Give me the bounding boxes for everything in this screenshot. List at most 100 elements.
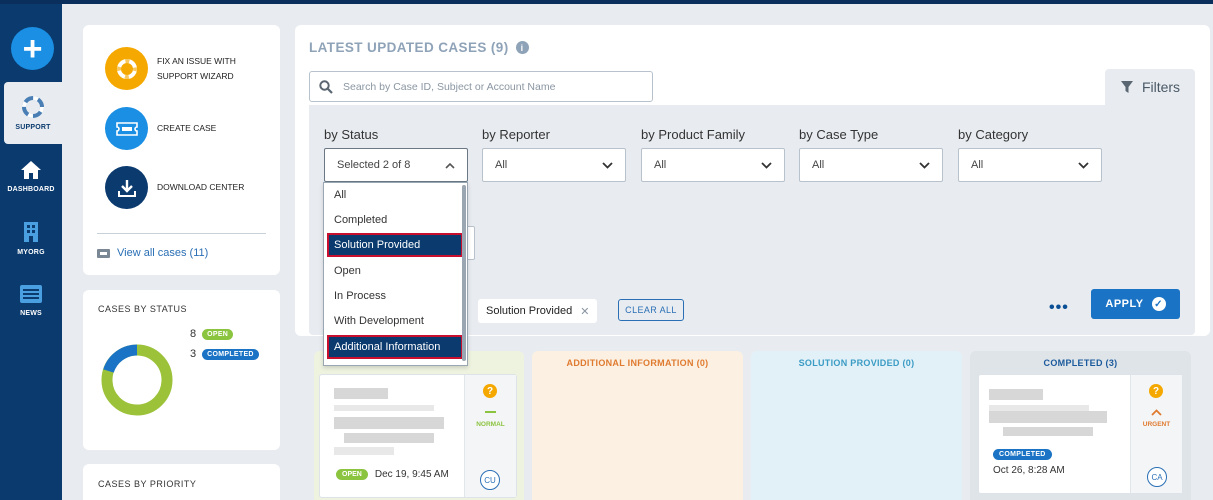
board-column-additional-information: ADDITIONAL INFORMATION (0): [532, 351, 743, 500]
download-center-link[interactable]: DOWNLOAD CENTER: [105, 166, 244, 209]
status-select-value: Selected 2 of 8: [337, 159, 411, 171]
dropdown-scrollbar[interactable]: [462, 185, 466, 361]
filters-tab[interactable]: Filters: [1105, 69, 1195, 105]
nav-dashboard[interactable]: DASHBOARD: [0, 145, 62, 207]
board-column-solution-provided: SOLUTION PROVIDED (0): [751, 351, 962, 500]
case-status-row: COMPLETED: [993, 443, 1052, 461]
view-all-cases-link[interactable]: View all cases (11): [97, 247, 208, 259]
blurred-text: [334, 447, 394, 455]
clear-all-button[interactable]: CLEAR ALL: [618, 299, 684, 321]
apply-label: APPLY: [1105, 298, 1144, 310]
filter-status: by Status Selected 2 of 8: [324, 127, 468, 182]
status-donut-chart[interactable]: [100, 343, 174, 417]
divider: [97, 233, 266, 234]
filter-reporter-label: by Reporter: [482, 127, 550, 142]
status-open-row: 8 OPEN: [190, 328, 234, 340]
news-icon: [20, 284, 42, 303]
blurred-text: [334, 417, 444, 429]
priority-label: URGENT: [1142, 421, 1171, 428]
chevron-down-icon: [602, 161, 613, 169]
case-type-select[interactable]: All: [799, 148, 943, 182]
category-select-value: All: [971, 159, 984, 171]
add-button[interactable]: +: [11, 27, 54, 70]
home-icon: [21, 160, 41, 179]
case-status-row: OPEN Dec 19, 9:45 AM: [336, 469, 449, 480]
question-icon[interactable]: ?: [483, 384, 497, 398]
question-icon[interactable]: ?: [1149, 384, 1163, 398]
column-title: ADDITIONAL INFORMATION (0): [566, 358, 709, 368]
download-icon: [105, 166, 148, 209]
status-option-in-process[interactable]: In Process: [328, 285, 462, 307]
filter-case-type: by Case Type All: [799, 127, 943, 182]
nav-myorg[interactable]: MYORG: [0, 207, 62, 269]
info-icon[interactable]: i: [515, 41, 529, 54]
create-case-link[interactable]: CREATE CASE: [105, 107, 216, 150]
filter-category-label: by Category: [958, 127, 1029, 142]
filter-chip-solution-provided: Solution Provided ✕: [478, 299, 598, 323]
status-dropdown-list: All Completed Solution Provided Open In …: [323, 182, 468, 366]
column-title: COMPLETED (3): [1043, 358, 1118, 368]
ticket-small-icon: [97, 248, 110, 258]
board-column-open: OPEN Dec 19, 9:45 AM ? NORMAL CU: [314, 351, 524, 500]
apply-button[interactable]: APPLY ✓: [1091, 289, 1180, 319]
case-card[interactable]: COMPLETED Oct 26, 8:28 AM ? URGENT CA: [978, 374, 1183, 494]
nav-news-label: NEWS: [20, 309, 42, 317]
nav-support-label: SUPPORT: [15, 123, 51, 131]
support-wizard-link[interactable]: FIX AN ISSUE WITH SUPPORT WIZARD: [105, 47, 236, 90]
status-option-all[interactable]: All: [328, 184, 462, 206]
priority-urgent-icon: [1151, 409, 1162, 416]
nav-dashboard-label: DASHBOARD: [7, 185, 55, 193]
blurred-text: [1003, 427, 1093, 436]
case-status-badge: COMPLETED: [993, 449, 1052, 460]
case-date: Dec 19, 9:45 AM: [374, 469, 449, 480]
cases-by-priority-title: CASES BY PRIORITY: [98, 479, 197, 489]
reporter-select[interactable]: All: [482, 148, 626, 182]
case-side-strip: ? URGENT CA: [1130, 375, 1182, 493]
lifebuoy-icon: [105, 47, 148, 90]
blurred-text: [989, 411, 1107, 423]
blurred-text: [989, 389, 1043, 400]
nav-news[interactable]: NEWS: [0, 269, 62, 331]
quick-actions-card: FIX AN ISSUE WITH SUPPORT WIZARD CREATE …: [83, 25, 280, 275]
chip-label: Solution Provided: [486, 305, 573, 317]
avatar[interactable]: CU: [480, 470, 500, 490]
nav-support[interactable]: SUPPORT: [4, 82, 62, 144]
panel-title: LATEST UPDATED CASES (9) i: [309, 40, 529, 55]
more-options-icon[interactable]: •••: [1049, 299, 1069, 317]
cases-by-priority-card: CASES BY PRIORITY: [83, 464, 280, 500]
chevron-up-icon: [445, 162, 455, 169]
panel-title-text: LATEST UPDATED CASES (9): [309, 40, 509, 55]
case-status-badge: OPEN: [336, 469, 368, 480]
product-family-select-value: All: [654, 159, 667, 171]
support-wizard-line1: FIX AN ISSUE WITH: [157, 55, 236, 66]
status-option-completed[interactable]: Completed: [328, 209, 462, 231]
open-count: 8: [190, 328, 197, 340]
create-case-label: CREATE CASE: [157, 123, 217, 133]
filter-reporter: by Reporter All: [482, 127, 626, 182]
cases-by-status-card: CASES BY STATUS 8 OPEN 3 COMPLETED: [83, 290, 280, 450]
avatar[interactable]: CA: [1147, 467, 1167, 487]
filter-icon: [1120, 81, 1133, 93]
status-select[interactable]: Selected 2 of 8: [324, 148, 468, 182]
product-family-select[interactable]: All: [641, 148, 785, 182]
lifebuoy-icon: [22, 95, 44, 118]
search-input[interactable]: Search by Case ID, Subject or Account Na…: [309, 71, 653, 102]
support-wizard-label: FIX AN ISSUE WITH SUPPORT WIZARD: [157, 54, 236, 84]
filter-category: by Category All: [958, 127, 1102, 182]
check-icon: ✓: [1151, 297, 1166, 311]
status-option-with-development[interactable]: With Development: [328, 310, 462, 332]
view-all-cases-label: View all cases (11): [117, 247, 209, 259]
chevron-down-icon: [1078, 161, 1089, 169]
close-icon[interactable]: ✕: [580, 305, 589, 318]
status-option-solution-provided[interactable]: Solution Provided: [327, 233, 463, 257]
cases-by-status-title: CASES BY STATUS: [98, 304, 188, 314]
blurred-text: [344, 433, 434, 443]
status-completed-row: 3 COMPLETED: [190, 348, 259, 360]
status-option-additional-information[interactable]: Additional Information: [327, 335, 463, 359]
blurred-text: [334, 405, 434, 411]
case-card[interactable]: OPEN Dec 19, 9:45 AM ? NORMAL CU: [319, 374, 517, 498]
nav-myorg-label: MYORG: [17, 248, 45, 256]
ticket-icon: [105, 107, 148, 150]
status-option-open[interactable]: Open: [328, 260, 462, 282]
category-select[interactable]: All: [958, 148, 1102, 182]
